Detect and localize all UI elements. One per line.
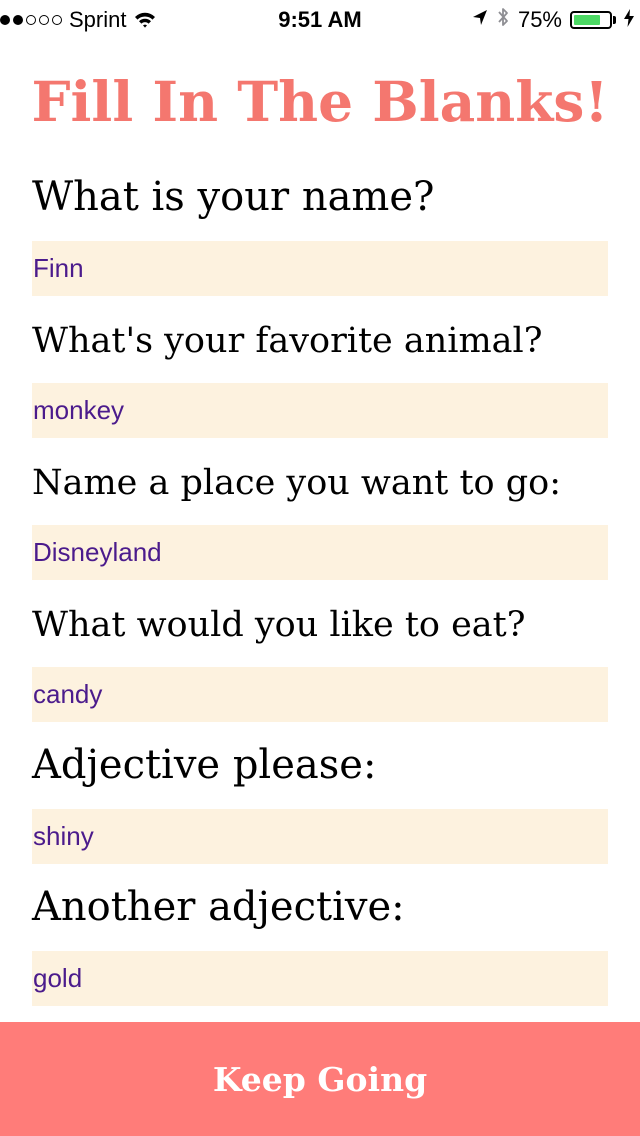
battery-percent: 75% [517, 7, 562, 32]
another-adjective-field[interactable]: gold [32, 951, 608, 1006]
location-arrow-icon [472, 7, 488, 33]
question-another-adjective: Another adjective: [32, 884, 405, 930]
question-name: What is your name? [32, 174, 435, 220]
question-animal: What's your favorite animal? [32, 321, 543, 361]
bluetooth-icon [496, 6, 510, 34]
battery-icon [570, 11, 616, 29]
name-field[interactable]: Finn [32, 241, 608, 296]
adjective-field[interactable]: shiny [32, 809, 608, 864]
question-adjective: Adjective please: [32, 742, 377, 788]
status-bar: Sprint 9:51 AM 75% [0, 0, 640, 40]
question-place: Name a place you want to go: [32, 463, 562, 503]
keep-going-button[interactable]: Keep Going [0, 1022, 640, 1136]
status-right: 75% [472, 0, 634, 40]
page-title: Fill In The Blanks! [31, 69, 609, 134]
charging-bolt-icon [624, 7, 634, 33]
question-food: What would you like to eat? [32, 605, 526, 645]
place-field[interactable]: Disneyland [32, 525, 608, 580]
animal-field[interactable]: monkey [32, 383, 608, 438]
food-field[interactable]: candy [32, 667, 608, 722]
